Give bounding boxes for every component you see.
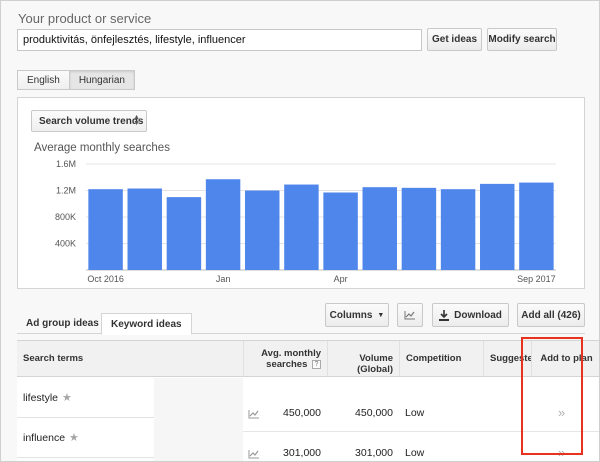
bar <box>166 197 202 270</box>
chart-toggle-button[interactable] <box>397 303 423 327</box>
product-label: Your product or service <box>18 11 152 26</box>
bar <box>323 192 358 270</box>
table-row-term[interactable]: lifestyle ★ <box>17 378 154 418</box>
search-term: influence <box>23 431 66 444</box>
help-icon[interactable]: ? <box>312 359 321 369</box>
table-row-term[interactable]: influence ★ <box>17 418 154 458</box>
add-all-button[interactable]: Add all (426) <box>517 303 585 327</box>
modify-search-button[interactable]: Modify search <box>487 28 557 51</box>
tab-keyword-ideas[interactable]: Keyword ideas <box>101 313 192 335</box>
tab-ad-group-ideas[interactable]: Ad group ideas <box>17 313 108 334</box>
search-term: lifestyle <box>23 391 59 404</box>
search-volume-chart-panel: Search volume trends ▲ ▼ Average monthly … <box>17 97 585 289</box>
header-avg-line1: Avg. monthly <box>261 348 321 359</box>
bar <box>480 183 515 270</box>
bar <box>519 182 554 270</box>
product-input[interactable]: produktivitás, önfejlesztés, lifestyle, … <box>17 29 422 51</box>
star-icon[interactable]: ★ <box>62 391 72 404</box>
download-button[interactable]: Download <box>432 303 509 327</box>
y-tick-label: 1.2M <box>56 186 76 196</box>
add-to-plan-highlight-box <box>521 337 583 455</box>
language-english-button[interactable]: English <box>17 70 70 90</box>
bar <box>284 184 319 270</box>
bar <box>362 187 397 270</box>
y-tick-label: 400K <box>55 239 76 249</box>
keyword-planner-window: Your product or service produktivitás, ö… <box>0 0 600 462</box>
header-competition[interactable]: Competition <box>399 341 483 377</box>
download-label: Download <box>454 309 502 321</box>
language-toggle: English Hungarian <box>17 70 135 90</box>
row-divider-area <box>154 378 243 461</box>
language-hungarian-button[interactable]: Hungarian <box>69 70 135 90</box>
volume-global-value: 301,000 <box>355 447 393 459</box>
header-volume-global[interactable]: Volume (Global) <box>327 341 399 377</box>
bar <box>440 189 476 270</box>
line-chart-icon <box>404 311 415 320</box>
competition-value: Low <box>405 447 425 459</box>
bar <box>401 187 437 270</box>
bar <box>205 179 241 270</box>
bar <box>127 188 162 270</box>
x-tick-label: Apr <box>334 274 348 284</box>
bar <box>88 189 123 270</box>
columns-label: Columns <box>329 309 373 321</box>
keyword-ideas-table: Search terms Avg. monthly searches ? Vol… <box>17 340 599 461</box>
caret-down-icon: ▼ <box>377 311 385 319</box>
download-icon <box>439 309 450 321</box>
bar-chart: 400K 800K 1.2M 1.6M Oct 2016 Jan Apr Sep 2017 <box>55 159 556 284</box>
avg-monthly-value: 301,000 <box>283 447 321 459</box>
volume-global-value: 450,000 <box>355 407 393 419</box>
y-tick-label: 800K <box>55 212 76 222</box>
header-avg-line2: searches <box>266 359 308 370</box>
x-tick-label: Jan <box>216 274 231 284</box>
columns-button[interactable]: Columns ▼ <box>325 303 389 327</box>
get-ideas-button[interactable]: Get ideas <box>427 28 482 51</box>
star-icon[interactable]: ★ <box>69 431 79 444</box>
header-search-terms[interactable]: Search terms <box>17 341 243 377</box>
competition-value: Low <box>405 407 425 419</box>
bar <box>245 190 280 270</box>
avg-monthly-value: 450,000 <box>283 407 321 419</box>
y-tick-label: 1.6M <box>56 159 76 169</box>
header-avg-monthly-searches[interactable]: Avg. monthly searches ? <box>243 341 327 377</box>
x-tick-label: Oct 2016 <box>87 274 124 284</box>
x-tick-label: Sep 2017 <box>517 274 556 284</box>
